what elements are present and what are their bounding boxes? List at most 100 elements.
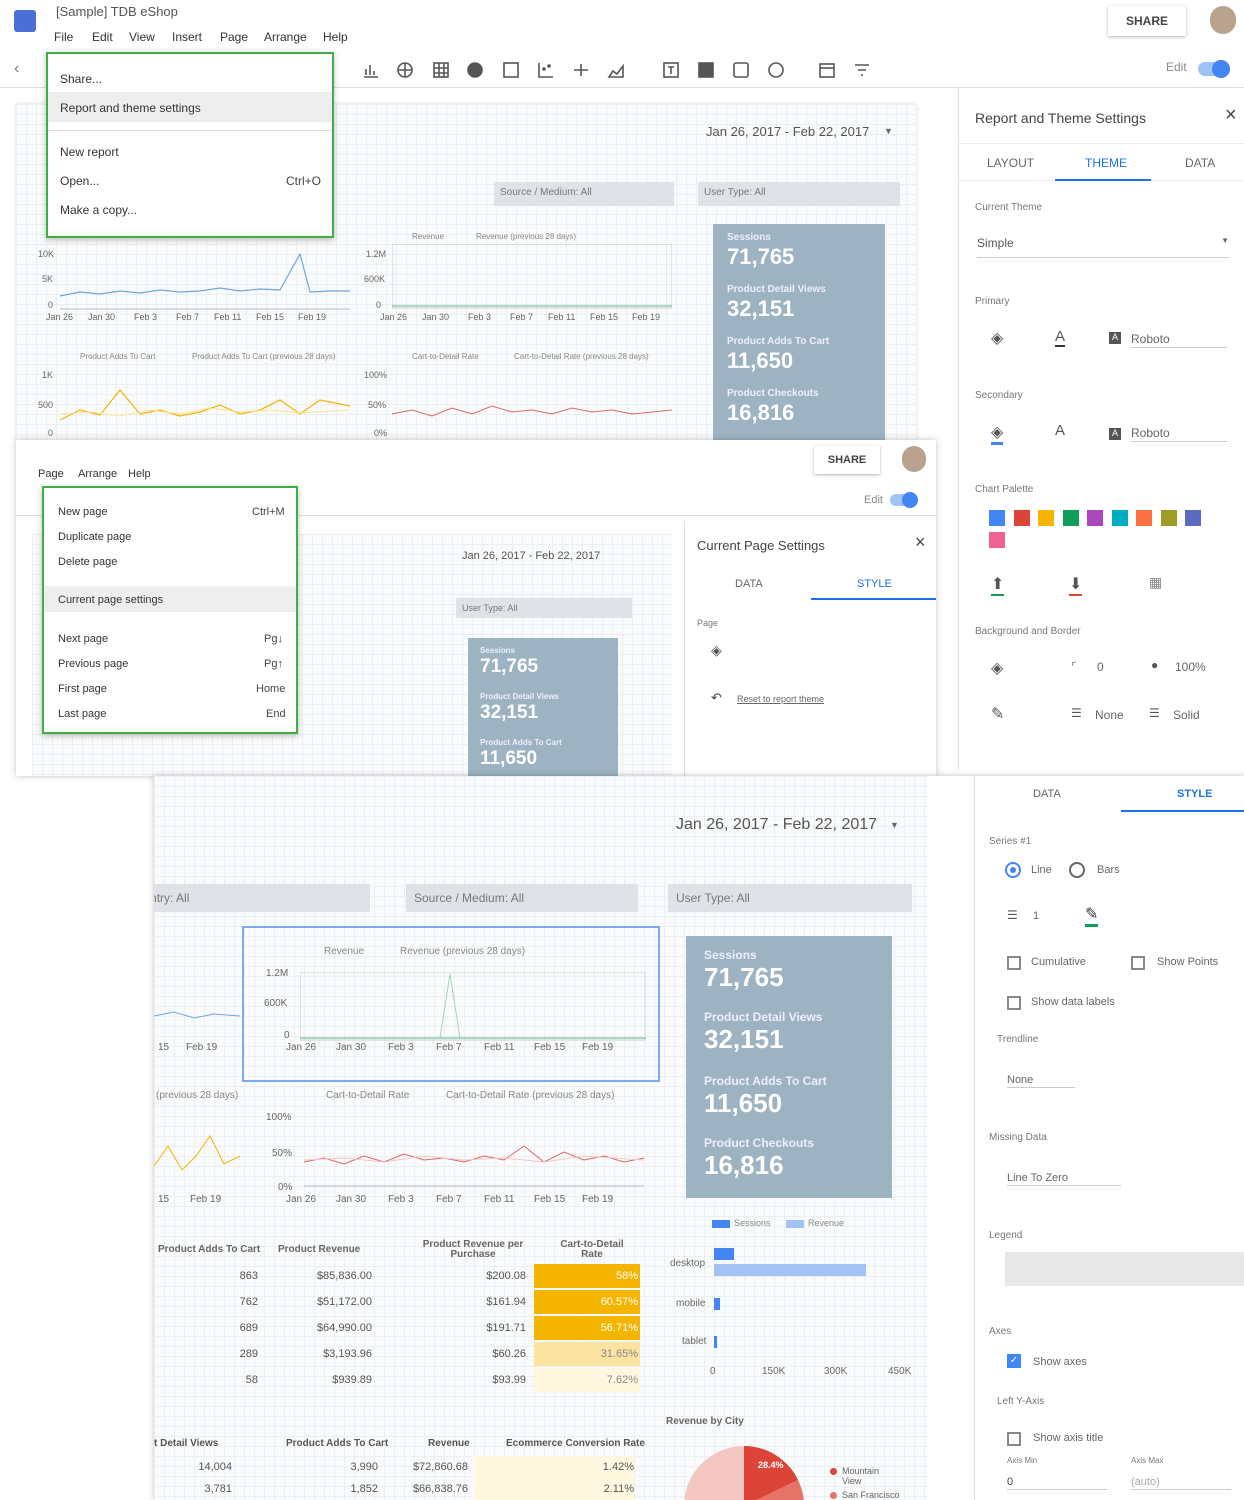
area-icon[interactable] (607, 61, 625, 79)
table-header[interactable]: Product Adds To Cart (158, 1244, 260, 1255)
user-filter[interactable]: User Type: All (668, 884, 912, 912)
sessions-line-chart[interactable] (60, 244, 350, 310)
menu-arrange[interactable]: Arrange (78, 468, 117, 480)
palette-swatch[interactable] (1160, 510, 1177, 526)
adds-line-chart[interactable] (60, 370, 350, 436)
menu-item-share[interactable]: Share... (60, 72, 102, 86)
menu-insert[interactable]: Insert (172, 30, 202, 44)
table-header[interactable]: t Detail Views (154, 1438, 218, 1449)
bar[interactable] (714, 1298, 720, 1310)
bullet-icon[interactable] (572, 61, 590, 79)
kpi-card[interactable]: Sessions 71,765 Product Detail Views 32,… (686, 936, 892, 1198)
date-range-icon[interactable] (818, 61, 836, 79)
tab-style[interactable]: STYLE (1177, 788, 1212, 800)
menu-item-first-page[interactable]: First page (58, 683, 107, 695)
menu-item-report-theme-settings[interactable]: Report and theme settings (60, 101, 201, 115)
table-header[interactable]: Ecommerce Conversion Rate (506, 1438, 645, 1449)
table-row[interactable]: 58 $939.89 $93.99 7.62% (154, 1368, 654, 1394)
menu-help[interactable]: Help (128, 468, 151, 480)
tab-data[interactable]: DATA (1185, 156, 1215, 170)
palette-swatch[interactable] (1136, 510, 1152, 526)
menu-item-open[interactable]: Open... (60, 174, 99, 188)
revenue-line-chart[interactable] (392, 244, 672, 310)
text-icon[interactable] (662, 61, 680, 79)
tab-data[interactable]: DATA (735, 578, 763, 590)
date-range[interactable]: Jan 26, 2017 - Feb 22, 2017 (676, 816, 877, 834)
avatar[interactable] (902, 446, 926, 472)
theme-select[interactable]: Simple ▼ (977, 234, 1229, 258)
user-filter[interactable]: User Type: All (698, 182, 900, 206)
palette-swatch[interactable] (1111, 510, 1128, 526)
country-filter[interactable]: Country: All (154, 884, 370, 912)
menu-item-duplicate-page[interactable]: Duplicate page (58, 531, 131, 543)
text-color-icon[interactable]: A (1055, 328, 1066, 347)
table-header[interactable]: Revenue (428, 1438, 470, 1449)
trendline-select[interactable]: None (1007, 1070, 1075, 1088)
arrow-up-icon[interactable]: ⬆ (991, 574, 1005, 596)
circle-icon[interactable] (767, 61, 785, 79)
edit-toggle[interactable] (890, 492, 918, 508)
menu-item-next-page[interactable]: Next page (58, 633, 108, 645)
checkbox-cumulative[interactable] (1007, 956, 1021, 970)
menu-file[interactable]: File (54, 30, 73, 44)
fill-color-icon[interactable]: ◈ (991, 422, 1004, 445)
menu-view[interactable]: View (129, 30, 155, 44)
reset-link[interactable]: Reset to report theme (737, 694, 824, 704)
globe-icon[interactable] (466, 61, 484, 79)
radio-bars[interactable] (1069, 862, 1085, 878)
bar[interactable] (714, 1264, 866, 1276)
menu-item-previous-page[interactable]: Previous page (58, 658, 128, 670)
palette-swatch[interactable] (1013, 510, 1030, 526)
menu-arrange[interactable]: Arrange (264, 30, 307, 44)
menu-help[interactable]: Help (323, 30, 348, 44)
date-range[interactable]: Jan 26, 2017 - Feb 22, 2017 (706, 124, 869, 139)
palette-swatch[interactable] (989, 532, 1005, 548)
share-button[interactable]: SHARE (814, 446, 880, 474)
tab-data[interactable]: DATA (1033, 788, 1061, 800)
scatter-icon[interactable] (537, 61, 555, 79)
table-header[interactable]: Product Revenue per Purchase (418, 1240, 528, 1260)
border-weight-value[interactable]: None (1095, 708, 1124, 722)
radius-value[interactable]: 0 (1097, 660, 1104, 674)
avatar[interactable] (1210, 6, 1236, 34)
rectangle-icon[interactable] (732, 61, 750, 79)
checkbox-show-axes[interactable]: ✓ (1007, 1354, 1021, 1368)
fill-color-icon[interactable]: ◈ (991, 328, 1003, 348)
menu-page[interactable]: Page (220, 30, 248, 44)
palette-swatch[interactable] (1087, 510, 1103, 526)
table-row[interactable]: 762 $51,172.00 $161.94 60.57% (154, 1290, 654, 1316)
checkbox-show-points[interactable] (1131, 956, 1145, 970)
scorecard-icon[interactable] (502, 61, 520, 79)
filter-icon[interactable] (853, 61, 871, 79)
primary-font-select[interactable]: Roboto (1131, 330, 1227, 348)
user-filter[interactable]: User Type: All (456, 598, 632, 618)
left-sessions-chart[interactable] (154, 990, 240, 1030)
menu-item-new-page[interactable]: New page (58, 506, 108, 518)
left-adds-chart[interactable] (154, 1126, 240, 1186)
edit-toggle[interactable] (1198, 60, 1230, 78)
image-icon[interactable] (697, 61, 715, 79)
table-header[interactable]: Cart-to-Detail Rate (550, 1240, 634, 1260)
palette-swatch[interactable] (989, 510, 1005, 526)
bar[interactable] (714, 1248, 734, 1260)
table-header[interactable]: Product Adds To Cart (286, 1438, 388, 1449)
axis-min-input[interactable]: 0 (1007, 1472, 1107, 1490)
axis-max-input[interactable]: (auto) (1131, 1472, 1231, 1490)
border-style-value[interactable]: Solid (1173, 708, 1200, 722)
table-row[interactable]: 863 $85,836.00 $200.08 58% (154, 1264, 654, 1290)
checkbox-axis-title[interactable] (1007, 1432, 1021, 1446)
kpi-card[interactable]: Sessions 71,765 Product Detail Views 32,… (713, 224, 885, 440)
share-button[interactable]: SHARE (1108, 6, 1186, 36)
fill-color-icon[interactable]: ◈ (991, 658, 1003, 678)
bar[interactable] (714, 1336, 717, 1348)
source-filter[interactable]: Source / Medium: All (494, 182, 674, 206)
device-bar-chart[interactable]: Sessions Revenue desktop mobile tablet 0… (664, 1216, 914, 1386)
checkbox-data-labels[interactable] (1007, 996, 1021, 1010)
ctd-line-chart[interactable] (304, 1116, 644, 1188)
menu-item-delete-page[interactable]: Delete page (58, 556, 117, 568)
geo-icon[interactable] (396, 61, 414, 79)
menu-edit[interactable]: Edit (92, 30, 113, 44)
palette-swatch[interactable] (1062, 510, 1079, 526)
tab-theme[interactable]: THEME (1085, 156, 1127, 170)
close-icon[interactable]: × (915, 532, 926, 553)
